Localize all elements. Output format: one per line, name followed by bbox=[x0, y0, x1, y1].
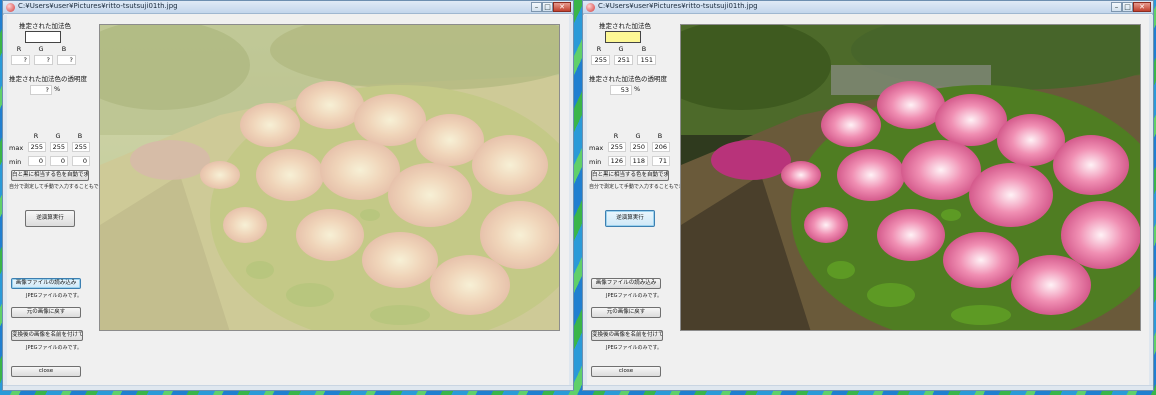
image-preview bbox=[680, 24, 1141, 331]
estimated-color-swatch bbox=[25, 31, 61, 43]
min-label: min bbox=[9, 158, 22, 166]
maximize-button[interactable]: □ bbox=[1122, 2, 1133, 12]
reverse-operation-button[interactable]: 逆演算実行 bbox=[25, 210, 75, 227]
max-label: max bbox=[9, 144, 24, 152]
color-b-value[interactable]: ? bbox=[57, 55, 76, 65]
app-icon bbox=[586, 3, 595, 12]
g-header: G bbox=[38, 45, 44, 53]
reverse-operation-button[interactable]: 逆演算実行 bbox=[605, 210, 655, 227]
jpeg-only-note: JPEGファイルのみです。 bbox=[26, 345, 83, 351]
auto-detect-button[interactable]: 白と黒に相当する色を自動で求める bbox=[11, 170, 89, 181]
image-preview bbox=[99, 24, 560, 331]
r-header: R bbox=[596, 45, 602, 53]
app-window-after: C:¥Users¥user¥Pictures¥ritto-tsutsuji01t… bbox=[582, 0, 1154, 391]
min-g-field[interactable]: 118 bbox=[630, 156, 648, 166]
estimated-color-swatch bbox=[605, 31, 641, 43]
color-g-value[interactable]: 251 bbox=[614, 55, 633, 65]
g-header: G bbox=[55, 132, 61, 140]
azalea-photo-restored bbox=[681, 25, 1140, 330]
percent-label: % bbox=[54, 85, 61, 93]
opacity-value[interactable]: 53 bbox=[610, 85, 632, 95]
max-r-field[interactable]: 255 bbox=[608, 142, 626, 152]
max-r-field[interactable]: 255 bbox=[28, 142, 46, 152]
load-image-button[interactable]: 画像ファイルの読み込み bbox=[591, 278, 661, 289]
color-r-value[interactable]: ? bbox=[11, 55, 30, 65]
save-as-button[interactable]: 変換後の画像を名前を付けて保存 bbox=[11, 330, 83, 341]
window-title: C:¥Users¥user¥Pictures¥ritto-tsutsuji01t… bbox=[18, 2, 178, 10]
max-g-field[interactable]: 250 bbox=[630, 142, 648, 152]
title-bar[interactable]: C:¥Users¥user¥Pictures¥ritto-tsutsuji01t… bbox=[583, 1, 1153, 14]
max-b-field[interactable]: 255 bbox=[72, 142, 90, 152]
r-header: R bbox=[33, 132, 39, 140]
color-r-value[interactable]: 255 bbox=[591, 55, 610, 65]
close-button[interactable]: close bbox=[591, 366, 661, 377]
g-header: G bbox=[635, 132, 641, 140]
estimated-color-label: 推定された加法色 bbox=[19, 22, 71, 30]
save-as-button[interactable]: 変換後の画像を名前を付けて保存 bbox=[591, 330, 663, 341]
app-window-before: C:¥Users¥user¥Pictures¥ritto-tsutsuji01t… bbox=[2, 0, 574, 391]
control-panel: 推定された加法色 R G B ? ? ? 推定された加法色の透明度 ? % R … bbox=[3, 15, 118, 387]
window-border-bottom bbox=[583, 385, 1153, 390]
restore-original-button[interactable]: 元の画像に戻す bbox=[11, 307, 81, 318]
max-b-field[interactable]: 206 bbox=[652, 142, 670, 152]
jpeg-only-note: JPEGファイルのみです。 bbox=[26, 293, 83, 299]
load-image-button[interactable]: 画像ファイルの読み込み bbox=[11, 278, 81, 289]
jpeg-only-note: JPEGファイルのみです。 bbox=[606, 345, 663, 351]
color-g-value[interactable]: ? bbox=[34, 55, 53, 65]
window-border-right bbox=[1149, 15, 1153, 390]
close-button[interactable]: close bbox=[11, 366, 81, 377]
max-g-field[interactable]: 255 bbox=[50, 142, 68, 152]
maximize-button[interactable]: □ bbox=[542, 2, 553, 12]
control-panel: 推定された加法色 R G B 255 251 151 推定された加法色の透明度 … bbox=[583, 15, 698, 387]
title-bar[interactable]: C:¥Users¥user¥Pictures¥ritto-tsutsuji01t… bbox=[3, 1, 573, 14]
window-border-bottom bbox=[3, 385, 573, 390]
r-header: R bbox=[16, 45, 22, 53]
b-header: B bbox=[77, 132, 83, 140]
min-r-field[interactable]: 126 bbox=[608, 156, 626, 166]
close-window-button[interactable]: ✕ bbox=[1133, 2, 1151, 12]
window-title: C:¥Users¥user¥Pictures¥ritto-tsutsuji01t… bbox=[598, 2, 758, 10]
app-icon bbox=[6, 3, 15, 12]
minimize-button[interactable]: – bbox=[531, 2, 542, 12]
max-label: max bbox=[589, 144, 604, 152]
minimize-button[interactable]: – bbox=[1111, 2, 1122, 12]
min-r-field[interactable]: 0 bbox=[28, 156, 46, 166]
jpeg-only-note: JPEGファイルのみです。 bbox=[606, 293, 663, 299]
min-g-field[interactable]: 0 bbox=[50, 156, 68, 166]
min-label: min bbox=[589, 158, 602, 166]
color-b-value[interactable]: 151 bbox=[637, 55, 656, 65]
min-b-field[interactable]: 71 bbox=[652, 156, 670, 166]
haze-overlay bbox=[100, 25, 559, 330]
b-header: B bbox=[657, 132, 663, 140]
opacity-value[interactable]: ? bbox=[30, 85, 52, 95]
close-window-button[interactable]: ✕ bbox=[553, 2, 571, 12]
estimated-opacity-label: 推定された加法色の透明度 bbox=[589, 75, 667, 83]
min-b-field[interactable]: 0 bbox=[72, 156, 90, 166]
estimated-opacity-label: 推定された加法色の透明度 bbox=[9, 75, 87, 83]
estimated-color-label: 推定された加法色 bbox=[599, 22, 651, 30]
restore-original-button[interactable]: 元の画像に戻す bbox=[591, 307, 661, 318]
auto-detect-button[interactable]: 白と黒に相当する色を自動で求める bbox=[591, 170, 669, 181]
window-border-right bbox=[569, 15, 573, 390]
r-header: R bbox=[613, 132, 619, 140]
b-header: B bbox=[641, 45, 647, 53]
g-header: G bbox=[618, 45, 624, 53]
b-header: B bbox=[61, 45, 67, 53]
percent-label: % bbox=[634, 85, 641, 93]
